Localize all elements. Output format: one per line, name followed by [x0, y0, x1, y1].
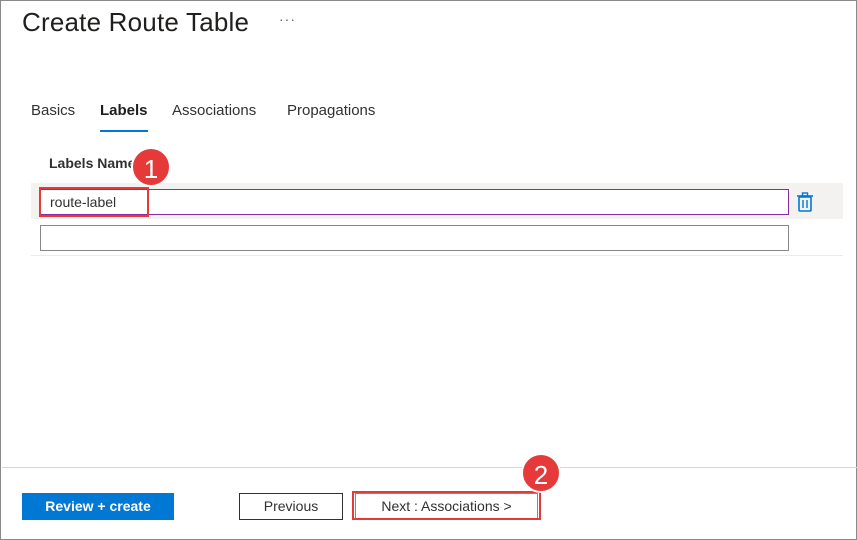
create-route-table-blade: Create Route Table ··· Basics Labels Ass… — [0, 0, 857, 540]
labels-name-column-header: Labels Name — [49, 155, 136, 171]
tab-basics[interactable]: Basics — [31, 102, 75, 130]
label-name-input-1[interactable] — [40, 189, 789, 215]
label-name-input-2[interactable] — [40, 225, 789, 251]
more-options-button[interactable]: ··· — [279, 11, 296, 27]
annotation-badge-2: 2 — [521, 453, 561, 493]
annotation-badge-1: 1 — [131, 147, 171, 187]
annotation-highlight-next-button — [352, 491, 541, 520]
tab-propagations[interactable]: Propagations — [287, 102, 375, 130]
tab-labels[interactable]: Labels — [100, 102, 148, 132]
page-title: Create Route Table — [22, 7, 250, 37]
previous-button[interactable]: Previous — [239, 493, 343, 520]
annotation-highlight-label-input — [39, 187, 149, 217]
review-create-button[interactable]: Review + create — [22, 493, 174, 520]
row-divider — [31, 255, 843, 256]
tab-associations[interactable]: Associations — [172, 102, 256, 130]
footer-divider — [2, 467, 857, 468]
trash-icon[interactable] — [796, 192, 814, 212]
